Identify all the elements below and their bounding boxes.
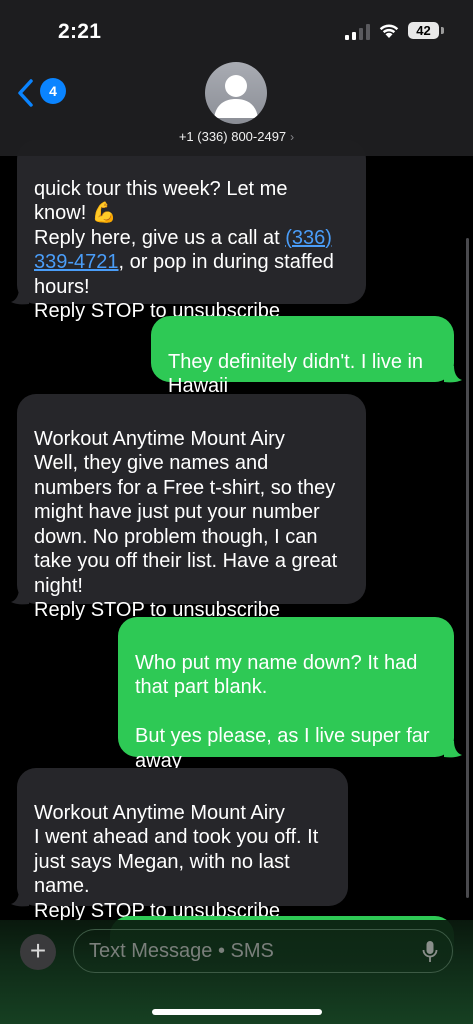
unread-count-badge: 4 bbox=[40, 78, 66, 104]
status-bar: 2:21 42 bbox=[0, 0, 473, 60]
composer-bar: + Text Message • SMS bbox=[0, 920, 473, 1024]
conversation-header: 2:21 42 4 +1 (336) 800-2497 › bbox=[0, 0, 473, 156]
microphone-icon[interactable] bbox=[422, 940, 438, 964]
wifi-icon bbox=[379, 24, 399, 38]
bubble-tail bbox=[11, 890, 29, 907]
bubble-tail bbox=[444, 741, 462, 758]
cellular-signal-icon bbox=[345, 24, 370, 40]
message-text: Workout Anytime Mount Airy I went ahead … bbox=[34, 801, 319, 922]
message-text: quick tour this week? Let me know! bbox=[34, 177, 288, 225]
bubble-tail bbox=[11, 288, 29, 305]
message-bubble-incoming[interactable]: quick tour this week? Let me know! 💪 Rep… bbox=[17, 140, 366, 322]
message-bubble-outgoing[interactable]: They definitely didn't. I live in Hawaii bbox=[151, 316, 454, 397]
message-text: Workout Anytime Mount Airy Well, they gi… bbox=[34, 427, 338, 622]
scrollbar[interactable] bbox=[466, 238, 469, 898]
message-text: Reply here, give us a call at bbox=[34, 226, 280, 249]
chevron-right-icon: › bbox=[290, 130, 295, 144]
bubble-tail bbox=[11, 588, 29, 605]
message-input[interactable]: Text Message • SMS bbox=[73, 929, 453, 973]
contact-avatar[interactable] bbox=[205, 62, 267, 124]
clock: 2:21 bbox=[58, 20, 102, 43]
home-indicator[interactable] bbox=[152, 1009, 322, 1015]
battery-icon: 42 bbox=[408, 22, 439, 39]
message-bubble-incoming[interactable]: Workout Anytime Mount Airy Well, they gi… bbox=[17, 394, 366, 621]
contact-name[interactable]: +1 (336) 800-2497 › bbox=[0, 129, 473, 144]
message-text: Who put my name down? It had that part b… bbox=[135, 651, 430, 772]
message-bubble-incoming[interactable]: Workout Anytime Mount Airy I went ahead … bbox=[17, 768, 348, 922]
message-input-placeholder: Text Message • SMS bbox=[89, 940, 274, 962]
message-text: They definitely didn't. I live in Hawaii bbox=[168, 350, 424, 398]
person-icon bbox=[214, 75, 258, 118]
bubble-tail bbox=[444, 366, 462, 383]
contact-number: +1 (336) 800-2497 bbox=[178, 129, 287, 144]
message-bubble-outgoing[interactable]: Who put my name down? It had that part b… bbox=[118, 617, 454, 772]
chevron-left-icon bbox=[18, 79, 33, 107]
back-button[interactable]: 4 bbox=[16, 76, 66, 110]
flexed-biceps-emoji: 💪 bbox=[91, 202, 117, 224]
add-attachment-button[interactable]: + bbox=[20, 934, 56, 970]
battery-tip bbox=[441, 27, 444, 34]
